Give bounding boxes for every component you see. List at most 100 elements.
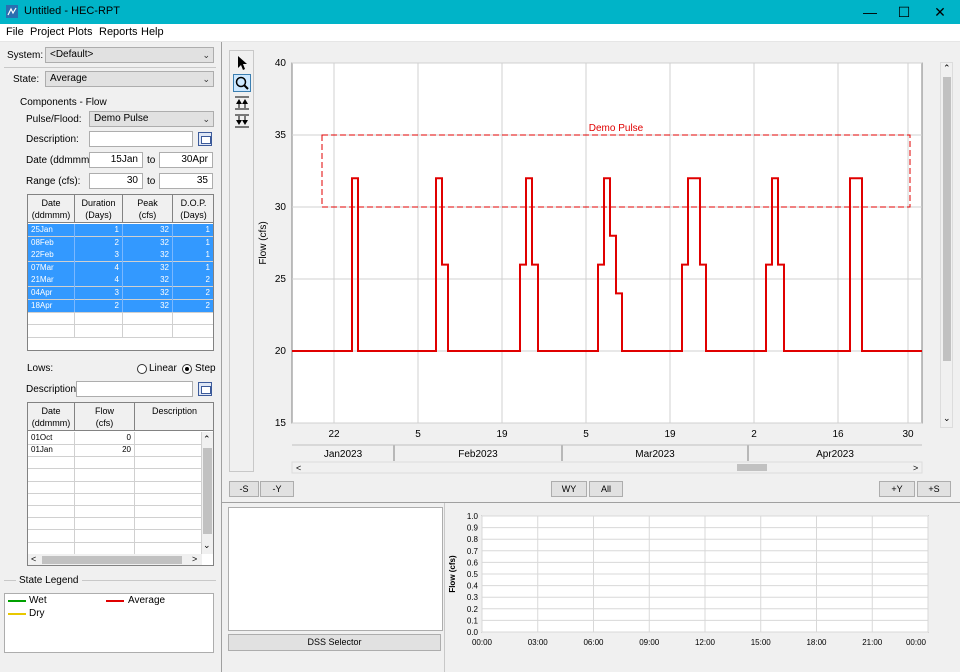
- table-cell[interactable]: [135, 456, 202, 470]
- table-cell[interactable]: 1: [173, 237, 213, 250]
- table-cell[interactable]: 32: [123, 274, 173, 288]
- range-to-field[interactable]: 35: [159, 173, 213, 189]
- table-cell[interactable]: [135, 517, 202, 531]
- table-cell[interactable]: 18Apr: [28, 299, 75, 313]
- table-cell[interactable]: 01Oct: [28, 432, 75, 445]
- linear-radio[interactable]: [137, 364, 147, 374]
- state-select[interactable]: Average ⌄: [45, 71, 214, 87]
- table-cell[interactable]: [135, 493, 202, 506]
- table-cell[interactable]: 1: [173, 249, 213, 262]
- table-cell[interactable]: 01Jan: [28, 444, 75, 458]
- date-to-field[interactable]: 30Apr: [159, 152, 213, 168]
- pulse-table-row[interactable]: 08Feb 2 32 1: [28, 236, 213, 250]
- lows-vertical-scrollbar[interactable]: ⌃ ⌄: [202, 432, 213, 554]
- minimize-button[interactable]: —: [852, 0, 888, 24]
- column-header-duration[interactable]: Duration (Days): [75, 195, 123, 223]
- scroll-down-icon[interactable]: ⌄: [203, 540, 211, 551]
- lows-table-empty-row[interactable]: [28, 505, 202, 519]
- chart-vertical-scrollbar[interactable]: ⌃ ⌄: [940, 62, 953, 428]
- table-cell[interactable]: 3: [75, 249, 123, 263]
- pulse-table-row[interactable]: 22Feb 3 32 1: [28, 249, 213, 263]
- table-cell[interactable]: [173, 312, 213, 325]
- pulse-table-row[interactable]: 18Apr 2 32 2: [28, 299, 213, 313]
- lows-table-empty-row[interactable]: [28, 468, 202, 482]
- lows-table-row[interactable]: 01Jan 20: [28, 444, 202, 458]
- maximize-button[interactable]: ☐: [886, 0, 922, 24]
- lows-table-empty-row[interactable]: [28, 480, 202, 494]
- scroll-left-icon[interactable]: <: [31, 554, 36, 564]
- table-cell[interactable]: [75, 505, 135, 519]
- dss-list[interactable]: [228, 507, 443, 631]
- column-header-date[interactable]: Date (ddmmm): [28, 403, 75, 431]
- scroll-up-icon[interactable]: ⌃: [203, 434, 211, 445]
- table-cell[interactable]: [75, 324, 123, 338]
- table-cell[interactable]: [28, 324, 75, 338]
- table-cell[interactable]: [75, 480, 135, 494]
- zoom-out-y-icon[interactable]: [233, 113, 251, 129]
- table-cell[interactable]: 22Feb: [28, 249, 75, 263]
- lows-horizontal-scrollbar[interactable]: < >: [28, 554, 202, 565]
- date-from-field[interactable]: 15Jan: [89, 152, 143, 168]
- menu-file[interactable]: File: [6, 26, 24, 38]
- table-cell[interactable]: [75, 468, 135, 482]
- table-cell[interactable]: 2: [173, 274, 213, 287]
- menu-reports[interactable]: Reports: [99, 26, 138, 38]
- secondary-chart[interactable]: 0.0 0.1 0.2 0.3 0.4 0.5 0.6 0.7 0.8 0.9 1.0 00:00 03…: [446, 506, 940, 656]
- table-cell[interactable]: 04Apr: [28, 287, 75, 300]
- table-cell[interactable]: [135, 529, 202, 543]
- plus-s-button[interactable]: +S: [917, 481, 951, 497]
- table-cell[interactable]: [75, 493, 135, 506]
- scroll-down-icon[interactable]: ⌄: [943, 413, 951, 424]
- table-cell[interactable]: [75, 312, 123, 326]
- table-cell[interactable]: [28, 312, 75, 326]
- column-header-dop[interactable]: D.O.P. (Days): [173, 195, 213, 223]
- column-header-description[interactable]: Description: [135, 403, 213, 431]
- minus-y-button[interactable]: -Y: [260, 481, 294, 497]
- table-cell[interactable]: [28, 493, 75, 506]
- table-cell[interactable]: 25Jan: [28, 224, 75, 237]
- system-select[interactable]: <Default> ⌄: [45, 47, 214, 63]
- table-cell[interactable]: 32: [123, 249, 173, 263]
- table-cell[interactable]: [135, 444, 202, 458]
- lows-table-empty-row[interactable]: [28, 541, 202, 555]
- table-cell[interactable]: [75, 456, 135, 470]
- scroll-thumb[interactable]: [42, 556, 182, 564]
- scroll-thumb[interactable]: [203, 448, 212, 534]
- table-cell[interactable]: 1: [173, 262, 213, 275]
- table-cell[interactable]: [28, 541, 75, 555]
- plus-y-button[interactable]: +Y: [879, 481, 915, 497]
- table-cell[interactable]: 32: [123, 287, 173, 300]
- table-cell[interactable]: 21Mar: [28, 274, 75, 288]
- table-cell[interactable]: [135, 468, 202, 482]
- minus-s-button[interactable]: -S: [229, 481, 259, 497]
- table-cell[interactable]: 4: [75, 261, 123, 275]
- edit-lows-description-icon[interactable]: [198, 382, 212, 396]
- table-cell[interactable]: 0: [75, 432, 135, 445]
- lows-table-empty-row[interactable]: [28, 517, 202, 531]
- table-cell[interactable]: [75, 541, 135, 555]
- column-header-flow[interactable]: Flow (cfs): [75, 403, 135, 431]
- wy-button[interactable]: WY: [551, 481, 587, 497]
- table-cell[interactable]: [123, 324, 173, 338]
- table-cell[interactable]: 1: [75, 224, 123, 237]
- pulse-table-row[interactable]: 07Mar 4 32 1: [28, 261, 213, 275]
- table-cell[interactable]: [173, 325, 213, 338]
- edit-description-icon[interactable]: [198, 132, 212, 146]
- table-cell[interactable]: 32: [123, 299, 173, 313]
- pointer-icon[interactable]: [233, 54, 251, 72]
- pulse-table-row[interactable]: 04Apr 3 32 2: [28, 287, 213, 300]
- table-cell[interactable]: 32: [123, 261, 173, 275]
- table-cell[interactable]: [28, 517, 75, 531]
- table-cell[interactable]: [123, 312, 173, 326]
- scroll-up-icon[interactable]: ⌃: [943, 63, 951, 74]
- close-button[interactable]: ✕: [922, 0, 958, 24]
- table-cell[interactable]: 20: [75, 444, 135, 458]
- table-cell[interactable]: 1: [173, 224, 213, 237]
- splitter[interactable]: [221, 42, 222, 672]
- table-cell[interactable]: [28, 505, 75, 519]
- lows-table-empty-row[interactable]: [28, 493, 202, 506]
- menu-plots[interactable]: Plots: [68, 26, 92, 38]
- column-header-date[interactable]: Date (ddmmm): [28, 195, 75, 223]
- description-field[interactable]: [89, 131, 193, 147]
- table-cell[interactable]: 2: [75, 236, 123, 250]
